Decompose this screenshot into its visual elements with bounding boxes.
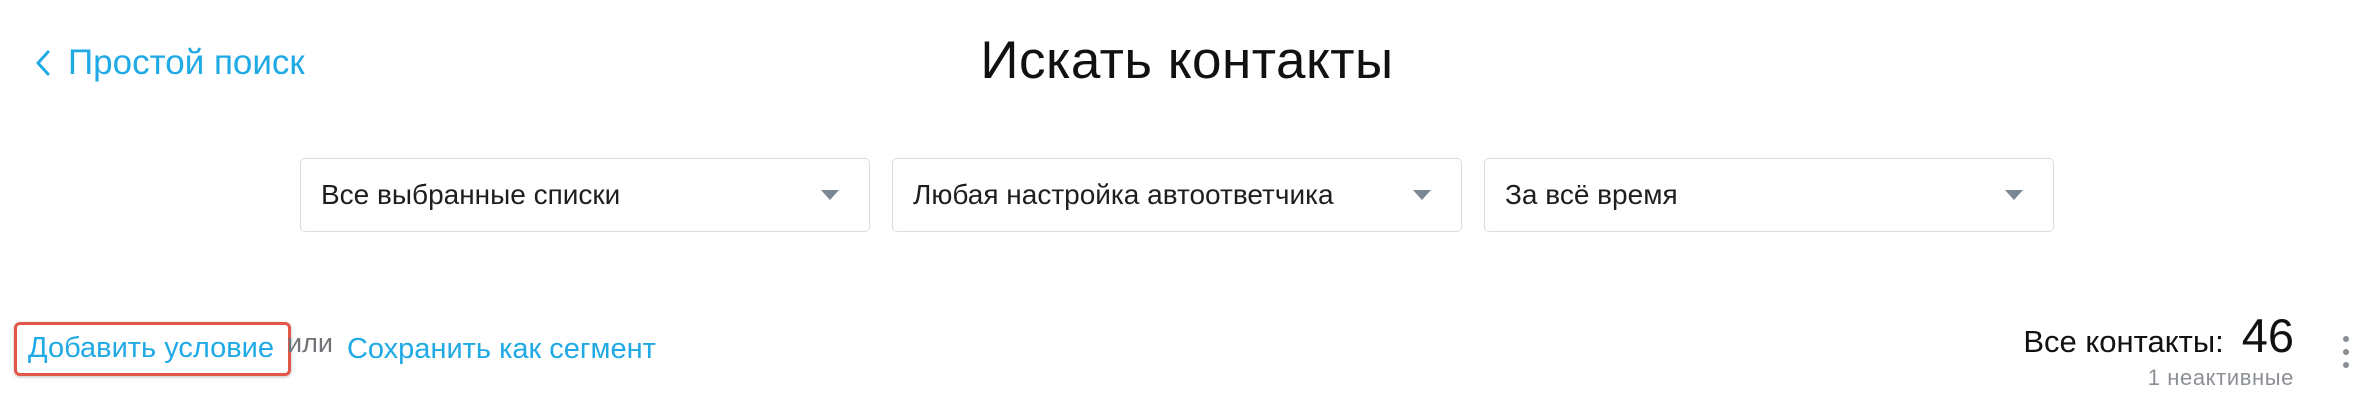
- autoresponder-filter-select[interactable]: Любая настройка автоответчика: [892, 158, 1462, 232]
- kebab-dot: [2343, 362, 2349, 368]
- kebab-dot: [2343, 349, 2349, 355]
- time-period-filter-value: За всё время: [1505, 179, 1678, 210]
- page-title: Искать контакты: [980, 31, 1394, 90]
- inactive-contacts-count: 1 неактивные: [2147, 365, 2294, 390]
- time-period-filter-select[interactable]: За всё время: [1484, 158, 2054, 232]
- add-condition-link[interactable]: Добавить условие: [14, 322, 292, 376]
- contacts-summary: Все контакты: 46 1 неактивные: [2023, 308, 2294, 391]
- more-vertical-icon[interactable]: [2340, 336, 2352, 368]
- contacts-total-count: 46: [2241, 309, 2294, 362]
- filter-bar: Все выбранные списки Любая настройка авт…: [300, 158, 2054, 232]
- caret-down-icon: [2005, 190, 2023, 200]
- caret-down-icon: [1413, 190, 1431, 200]
- contacts-total-label: Все контакты:: [2023, 324, 2224, 359]
- lists-filter-select[interactable]: Все выбранные списки: [300, 158, 870, 232]
- save-as-segment-link[interactable]: Сохранить как сегмент: [347, 333, 656, 366]
- caret-down-icon: [821, 190, 839, 200]
- autoresponder-filter-value: Любая настройка автоответчика: [913, 179, 1334, 210]
- or-separator: или: [287, 327, 333, 358]
- lists-filter-value: Все выбранные списки: [321, 179, 621, 210]
- search-actions: Добавить условие или Сохранить как сегме…: [14, 322, 656, 376]
- kebab-dot: [2343, 336, 2349, 342]
